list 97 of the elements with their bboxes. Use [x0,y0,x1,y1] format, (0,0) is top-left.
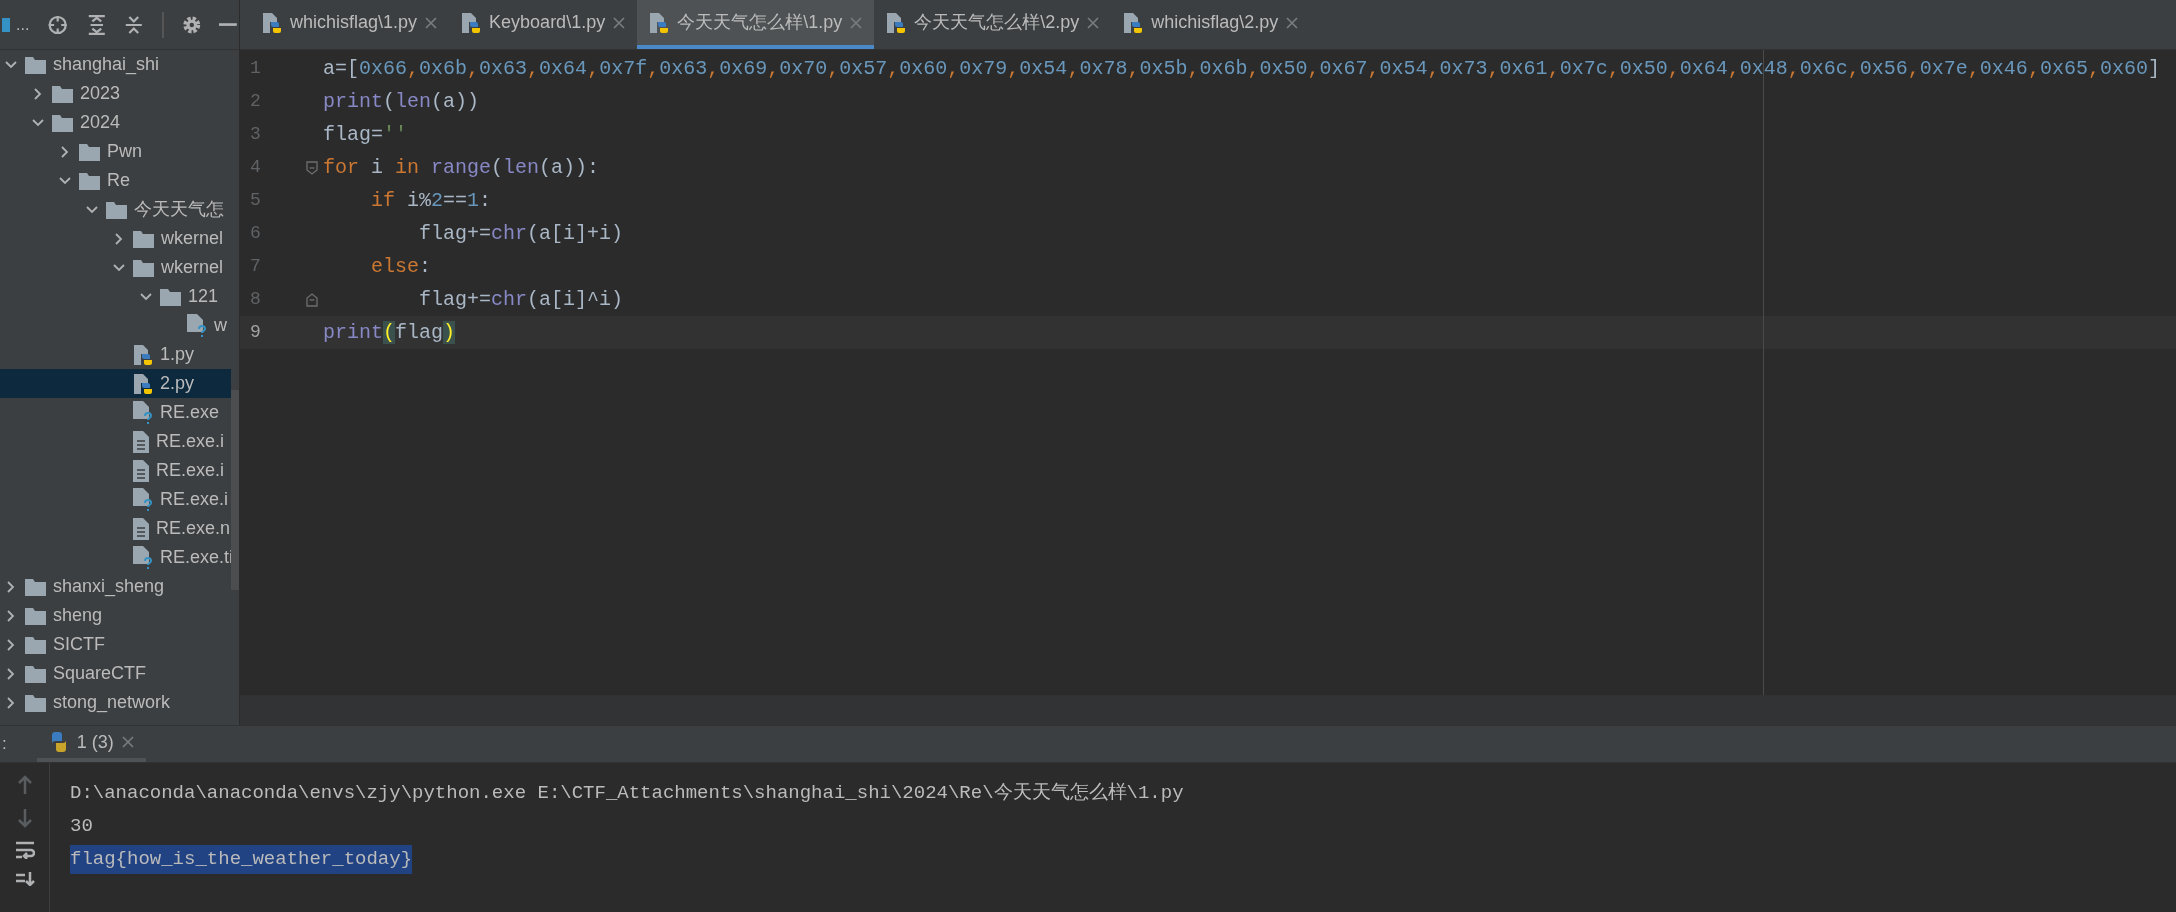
tree-item[interactable]: 今天天气怎 [0,195,231,224]
tree-item[interactable]: shanxi_sheng [0,572,231,601]
tree-item[interactable]: w [0,311,231,340]
tree-item[interactable]: stong_network [0,688,231,717]
unknown-file-icon [133,487,153,512]
folder-icon [106,200,127,219]
line-number: 9 [249,321,262,344]
tree-item[interactable]: 2.py [0,369,231,398]
close-icon[interactable] [1087,16,1100,29]
sort-icon[interactable] [14,872,35,886]
folder-icon [52,84,73,103]
tree-item[interactable]: Re [0,166,231,195]
tree-item[interactable]: RE.exe.n [0,514,231,543]
folder-icon [25,606,46,625]
tree-item[interactable]: RE.exe.i [0,456,231,485]
editor-tab[interactable]: 今天天气怎么样\2.py [874,0,1112,49]
folder-icon [25,55,46,74]
python-file-icon [461,11,482,34]
folder-icon [79,142,100,161]
expand-all-icon[interactable] [86,12,107,37]
line-number: 7 [249,255,262,278]
folder-icon [160,287,181,306]
text-file-icon [133,459,149,482]
line-number: 6 [249,222,262,245]
tree-item[interactable]: 121 [0,282,231,311]
console-output-line: 30 [70,814,93,840]
tree-item[interactable]: RE.exe [0,398,231,427]
tree-item[interactable]: shanghai_shi [0,50,231,79]
code-line: a=[0x66,0x6b,0x63,0x64,0x7f,0x63,0x69,0x70,0x57,0x60,0x79,0x54,0x78,0x5b,0x6b,0x50,0x67,0x54,0x73,0x61,0x7c,0x50,0x64,0x48,0x6c,0x56,0x7e,0x46,0x65,0x60] [323,55,2160,82]
tab-label[interactable]: whichisflag\1.py [290,9,418,36]
tab-label[interactable]: Keyboard\1.py [489,9,606,36]
console-output-line: D:\anaconda\anaconda\envs\zjy\python.exe E:\CTF_Attachments\shanghai_shi\2024\Re\今天天气怎么样\1.py [70,781,1184,807]
close-icon[interactable] [121,736,134,748]
tree-item[interactable]: RE.exe.i [0,427,231,456]
code-line: print(len(a)) [323,88,480,115]
folder-icon [25,635,46,654]
python-file-icon [1123,11,1144,34]
python-file-icon [133,372,153,395]
close-icon[interactable] [1286,16,1299,29]
text-file-icon [133,517,149,540]
line-number: 8 [249,288,262,311]
close-icon[interactable] [425,16,438,29]
text-file-icon [133,430,149,453]
tree-item[interactable]: wkernel [0,253,231,282]
tree-item[interactable]: RE.exe.i [0,485,231,514]
fold-marker-icon[interactable] [305,160,318,175]
editor-tab[interactable]: Keyboard\1.py [449,0,638,49]
tab-label[interactable]: 今天天气怎么样\1.py [677,9,843,36]
python-file-icon [886,11,907,34]
line-number: 2 [249,90,262,113]
folder-icon [52,113,73,132]
panel-icon[interactable] [2,15,10,34]
python-file-icon [262,11,282,34]
folder-icon [79,171,100,190]
tab-label[interactable]: 今天天气怎么样\2.py [914,9,1080,36]
tree-item[interactable]: 2023 [0,79,231,108]
line-number: 5 [249,189,262,212]
folder-icon [25,693,46,712]
folder-icon [25,577,46,596]
tree-item[interactable]: 2024 [0,108,231,137]
tree-item[interactable]: Pwn [0,137,231,166]
close-icon[interactable] [613,16,626,29]
python-file-icon [133,343,153,366]
code-line: flag+=chr(a[i]^i) [418,286,624,313]
code-line: else: [370,253,432,280]
run-tab[interactable]: 1 (3) [36,726,146,762]
tree-item[interactable]: wkernel [0,224,231,253]
line-number: 3 [249,123,262,146]
editor-tab[interactable]: whichisflag\2.py [1111,0,1311,49]
scrollbar[interactable] [231,390,239,590]
run-label: : [1,733,8,756]
editor-tab[interactable]: 今天天气怎么样\1.py [637,0,875,49]
editor-tab[interactable]: whichisflag\1.py [250,0,450,49]
unknown-file-icon [133,400,153,425]
folder-icon [133,229,154,248]
code-line: flag='' [323,121,408,148]
unknown-file-icon [133,545,153,570]
tree-item[interactable]: 1.py [0,340,231,369]
folder-icon [133,258,154,277]
code-line: flag+=chr(a[i]+i) [418,220,624,247]
code-line: for i in range(len(a)): [323,154,600,181]
folder-icon [25,664,46,683]
tree-item[interactable]: SquareCTF [0,659,231,688]
tree-item[interactable]: sheng [0,601,231,630]
code-line: print(flag) [323,319,456,346]
unknown-file-icon [187,313,207,338]
minimize-icon[interactable] [219,22,237,27]
tree-item[interactable]: SICTF [0,630,231,659]
fold-marker-icon[interactable] [305,292,318,307]
python-file-icon [649,11,670,34]
code-line: if i%2==1: [370,187,492,214]
soft-wrap-icon[interactable] [14,841,35,859]
line-number: 4 [249,156,262,179]
tab-label[interactable]: whichisflag\2.py [1151,9,1279,36]
panel-title[interactable]: ... [16,12,30,37]
line-number: 1 [249,57,262,80]
tree-item[interactable]: RE.exe.ti [0,543,231,572]
